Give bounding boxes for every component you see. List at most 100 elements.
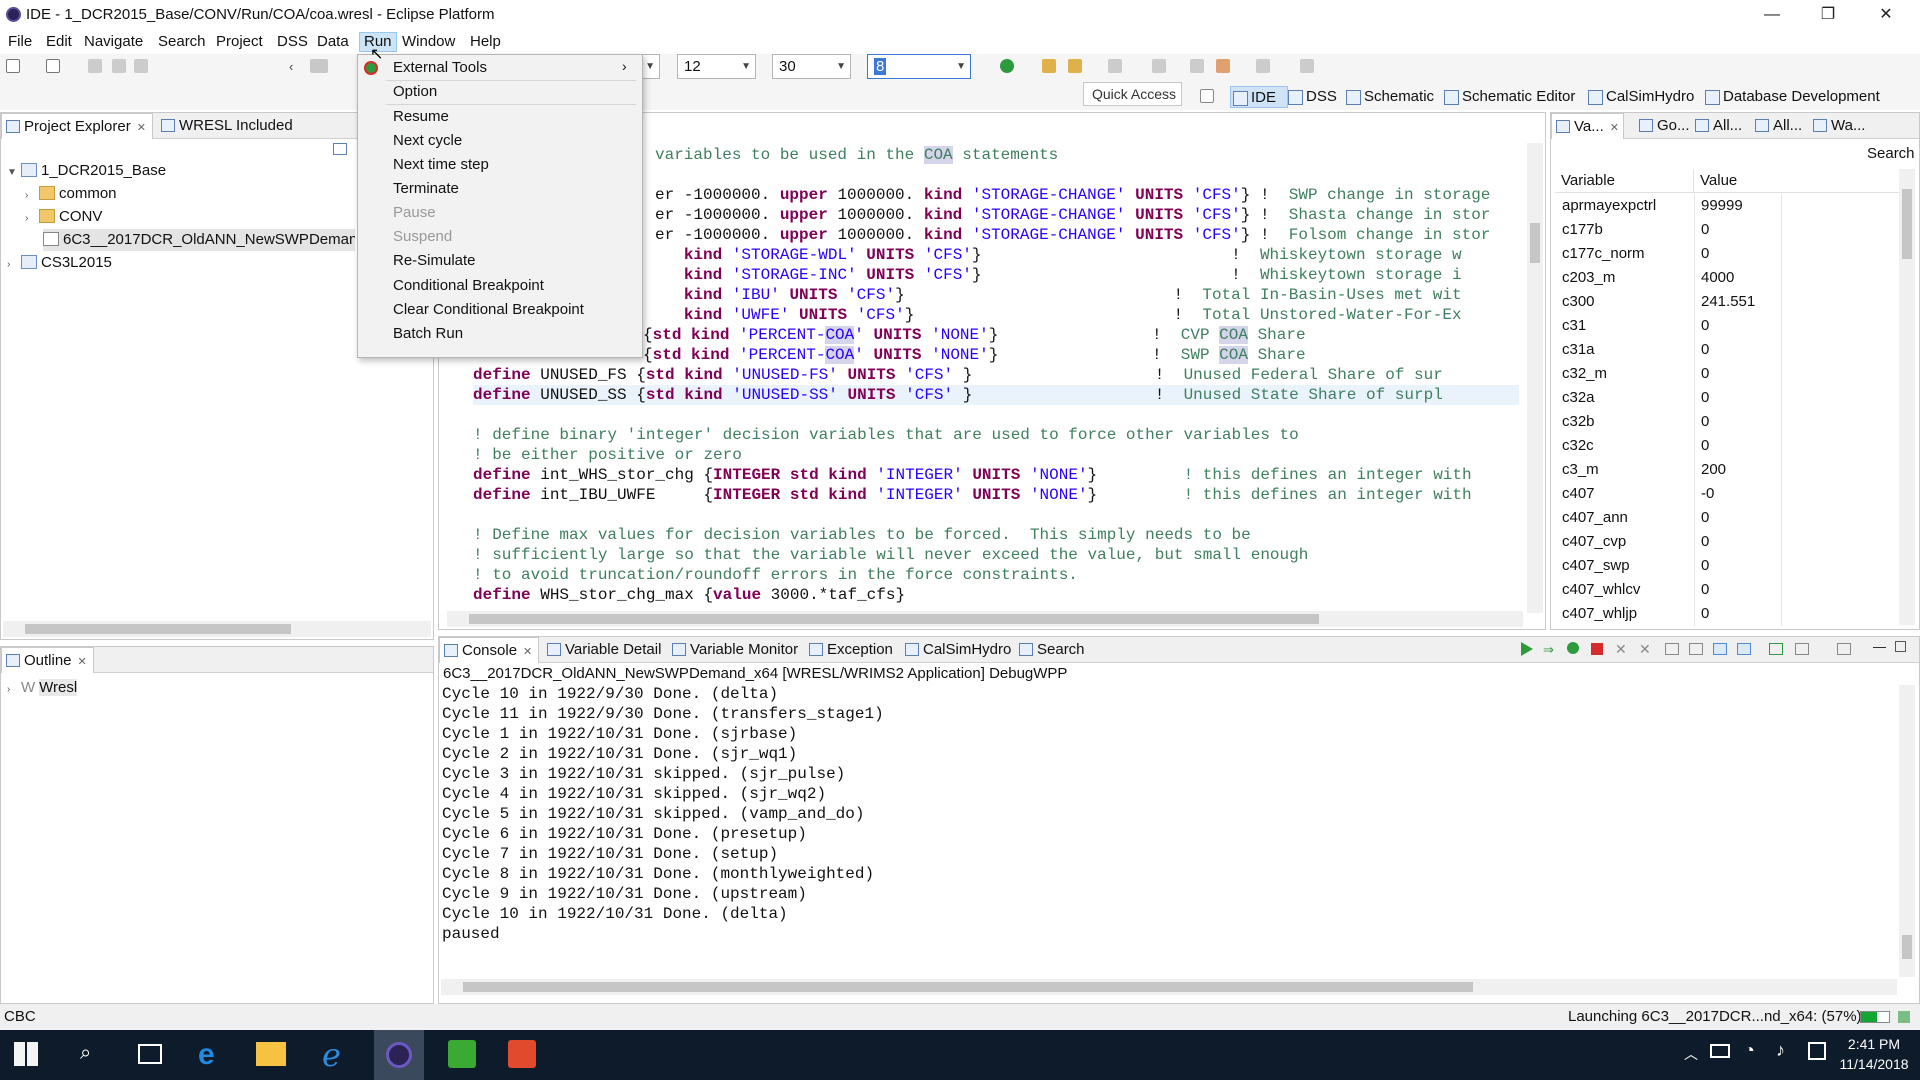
- chevron-right-icon[interactable]: ›: [25, 208, 39, 230]
- maximize-button[interactable]: ❐: [1800, 2, 1856, 28]
- table-row[interactable]: c3_m 200: [1556, 458, 1894, 482]
- menu-help[interactable]: Help: [466, 32, 505, 52]
- tree-item[interactable]: 6C3__2017DCR_OldANN_NewSWPDemand_x: [43, 229, 355, 251]
- tab-all-2[interactable]: All...: [1751, 113, 1804, 139]
- code-line[interactable]: ! to avoid truncation/roundoff errors in…: [473, 565, 1519, 585]
- code-line[interactable]: define WHS_stor_chg_max {value 3000.*taf…: [473, 585, 1519, 605]
- table-row[interactable]: c32b 0: [1556, 410, 1894, 434]
- chevron-right-icon[interactable]: ›: [7, 679, 21, 701]
- show-console-icon[interactable]: [1737, 643, 1751, 655]
- table-row[interactable]: c32a 0: [1556, 386, 1894, 410]
- task-view-icon[interactable]: [138, 1044, 162, 1064]
- save-all-icon[interactable]: [112, 59, 126, 73]
- code-line[interactable]: [655, 165, 1519, 185]
- close-button[interactable]: ✕: [1858, 2, 1914, 28]
- chevron-down-icon[interactable]: ▼: [7, 162, 21, 184]
- column-header-variable[interactable]: Variable: [1561, 172, 1615, 189]
- table-row[interactable]: c407_ann 0: [1556, 506, 1894, 530]
- code-line[interactable]: define int_IBU_UWFE {INTEGER std kind 'I…: [473, 485, 1519, 505]
- progress-icon[interactable]: [1898, 1011, 1910, 1023]
- code-line[interactable]: ! Define max values for decision variabl…: [473, 525, 1519, 545]
- show-hidden-icons[interactable]: ︿: [1684, 1044, 1698, 1064]
- clock-time[interactable]: 2:41 PM: [1838, 1036, 1910, 1052]
- vertical-scrollbar[interactable]: [1527, 143, 1543, 613]
- table-row[interactable]: c177b 0: [1556, 218, 1894, 242]
- back-icon[interactable]: ‹: [289, 59, 303, 74]
- run-menu-item-conditional-breakpoint[interactable]: Conditional Breakpoint: [393, 275, 544, 297]
- tab-wresl-included[interactable]: WRESL Included: [157, 113, 299, 139]
- table-row[interactable]: c32_m 0: [1556, 362, 1894, 386]
- table-row[interactable]: c407_whlcv 0: [1556, 578, 1894, 602]
- horizontal-scrollbar[interactable]: [441, 979, 1897, 995]
- month-combo[interactable]: 12 ▼: [677, 54, 756, 79]
- maximize-view-icon[interactable]: [1895, 641, 1906, 652]
- tab-calsimhydro[interactable]: CalSimHydro: [901, 637, 1017, 663]
- run-menu-item-next-time-step[interactable]: Next time step: [393, 154, 489, 176]
- code-line[interactable]: [473, 505, 1519, 525]
- perspective-schematic[interactable]: Schematic: [1344, 86, 1434, 108]
- tab-exception[interactable]: Exception: [805, 637, 899, 663]
- tab-search[interactable]: Search: [1015, 637, 1091, 663]
- code-line[interactable]: [473, 405, 1519, 425]
- table-row[interactable]: aprmayexpctrl 99999: [1556, 194, 1894, 218]
- tree-item[interactable]: › CS3L2015: [7, 252, 112, 274]
- menu-search[interactable]: Search: [154, 32, 210, 52]
- close-icon[interactable]: ✕: [78, 656, 87, 668]
- code-line[interactable]: define UNUSED_FS {std kind 'UNUSED-FS' U…: [473, 365, 1519, 385]
- toggle-icon[interactable]: [310, 59, 328, 73]
- code-line[interactable]: kind 'IBU' UNITS 'CFS'} ! Total In-Basin…: [655, 285, 1519, 305]
- start-icon[interactable]: [14, 1042, 38, 1066]
- tab-variables[interactable]: Va... ✕: [1551, 113, 1624, 139]
- chevron-right-icon[interactable]: ›: [25, 185, 39, 207]
- run-menu-item-option[interactable]: Option: [393, 81, 437, 103]
- tab-console[interactable]: Console ✕: [439, 637, 540, 663]
- app-green-icon[interactable]: [448, 1040, 476, 1068]
- menu-file[interactable]: File: [4, 32, 36, 52]
- table-row[interactable]: c31a 0: [1556, 338, 1894, 362]
- battery-icon[interactable]: [1710, 1044, 1730, 1058]
- remove-icon[interactable]: ✕: [1615, 641, 1627, 658]
- table-row[interactable]: c407_cvp 0: [1556, 530, 1894, 554]
- nav3-icon[interactable]: [1190, 59, 1204, 73]
- vertical-scrollbar[interactable]: [1899, 685, 1915, 977]
- app-red-icon[interactable]: [508, 1040, 536, 1068]
- tab-all-1[interactable]: All...: [1691, 113, 1744, 139]
- notifications-icon[interactable]: [1808, 1042, 1826, 1060]
- clear-console-icon[interactable]: [1665, 643, 1679, 655]
- run-menu-item-re-simulate[interactable]: Re-Simulate: [393, 250, 476, 272]
- tree-item[interactable]: › CONV: [25, 206, 102, 228]
- run-menu-item-clear-conditional-breakpoint[interactable]: Clear Conditional Breakpoint: [393, 299, 584, 321]
- next-icon[interactable]: [1567, 642, 1579, 654]
- table-row[interactable]: c407 -0: [1556, 482, 1894, 506]
- clock-date[interactable]: 11/14/2018: [1832, 1056, 1916, 1072]
- tab-variable-monitor[interactable]: Variable Monitor: [668, 637, 804, 663]
- run-icon[interactable]: [1000, 59, 1014, 73]
- menu-window[interactable]: Window: [398, 32, 459, 52]
- new-project-icon[interactable]: [46, 59, 60, 73]
- tab-outline[interactable]: Outline ✕: [1, 647, 94, 673]
- run-menu-item-terminate[interactable]: Terminate: [393, 178, 459, 200]
- forward-history-icon[interactable]: [1256, 59, 1270, 73]
- quick-access-field[interactable]: Quick Access: [1083, 82, 1182, 106]
- code-line[interactable]: {std kind 'PERCENT-COA' UNITS 'NONE'} ! …: [643, 325, 1519, 345]
- code-line[interactable]: define int_WHS_stor_chg {INTEGER std kin…: [473, 465, 1519, 485]
- search-button[interactable]: Search: [1867, 145, 1915, 162]
- pin-icon[interactable]: [1300, 59, 1314, 73]
- tab-watch[interactable]: Wa...: [1809, 113, 1867, 139]
- tree-item[interactable]: › common: [25, 183, 117, 205]
- table-row[interactable]: c407_whljp 0: [1556, 602, 1894, 626]
- perspective-dss[interactable]: DSS: [1286, 86, 1337, 108]
- remove-all-icon[interactable]: ✕: [1639, 641, 1651, 658]
- network-icon[interactable]: ◔: [1744, 1040, 1755, 1061]
- tool-icon[interactable]: [1068, 59, 1082, 73]
- code-line[interactable]: er -1000000. upper 1000000. kind 'STORAG…: [655, 225, 1519, 245]
- edge-icon[interactable]: e: [198, 1038, 215, 1072]
- code-line[interactable]: er -1000000. upper 1000000. kind 'STORAG…: [655, 205, 1519, 225]
- resume-icon[interactable]: [1521, 642, 1533, 656]
- code-line[interactable]: variables to be used in the COA statemen…: [655, 145, 1519, 165]
- volume-icon[interactable]: ♪: [1776, 1040, 1785, 1061]
- tree-item[interactable]: ▼ 1_DCR2015_Base: [7, 160, 166, 182]
- code-line[interactable]: er -1000000. upper 1000000. kind 'STORAG…: [655, 185, 1519, 205]
- vertical-scrollbar[interactable]: [1899, 169, 1915, 625]
- nav-icon[interactable]: [1108, 59, 1122, 73]
